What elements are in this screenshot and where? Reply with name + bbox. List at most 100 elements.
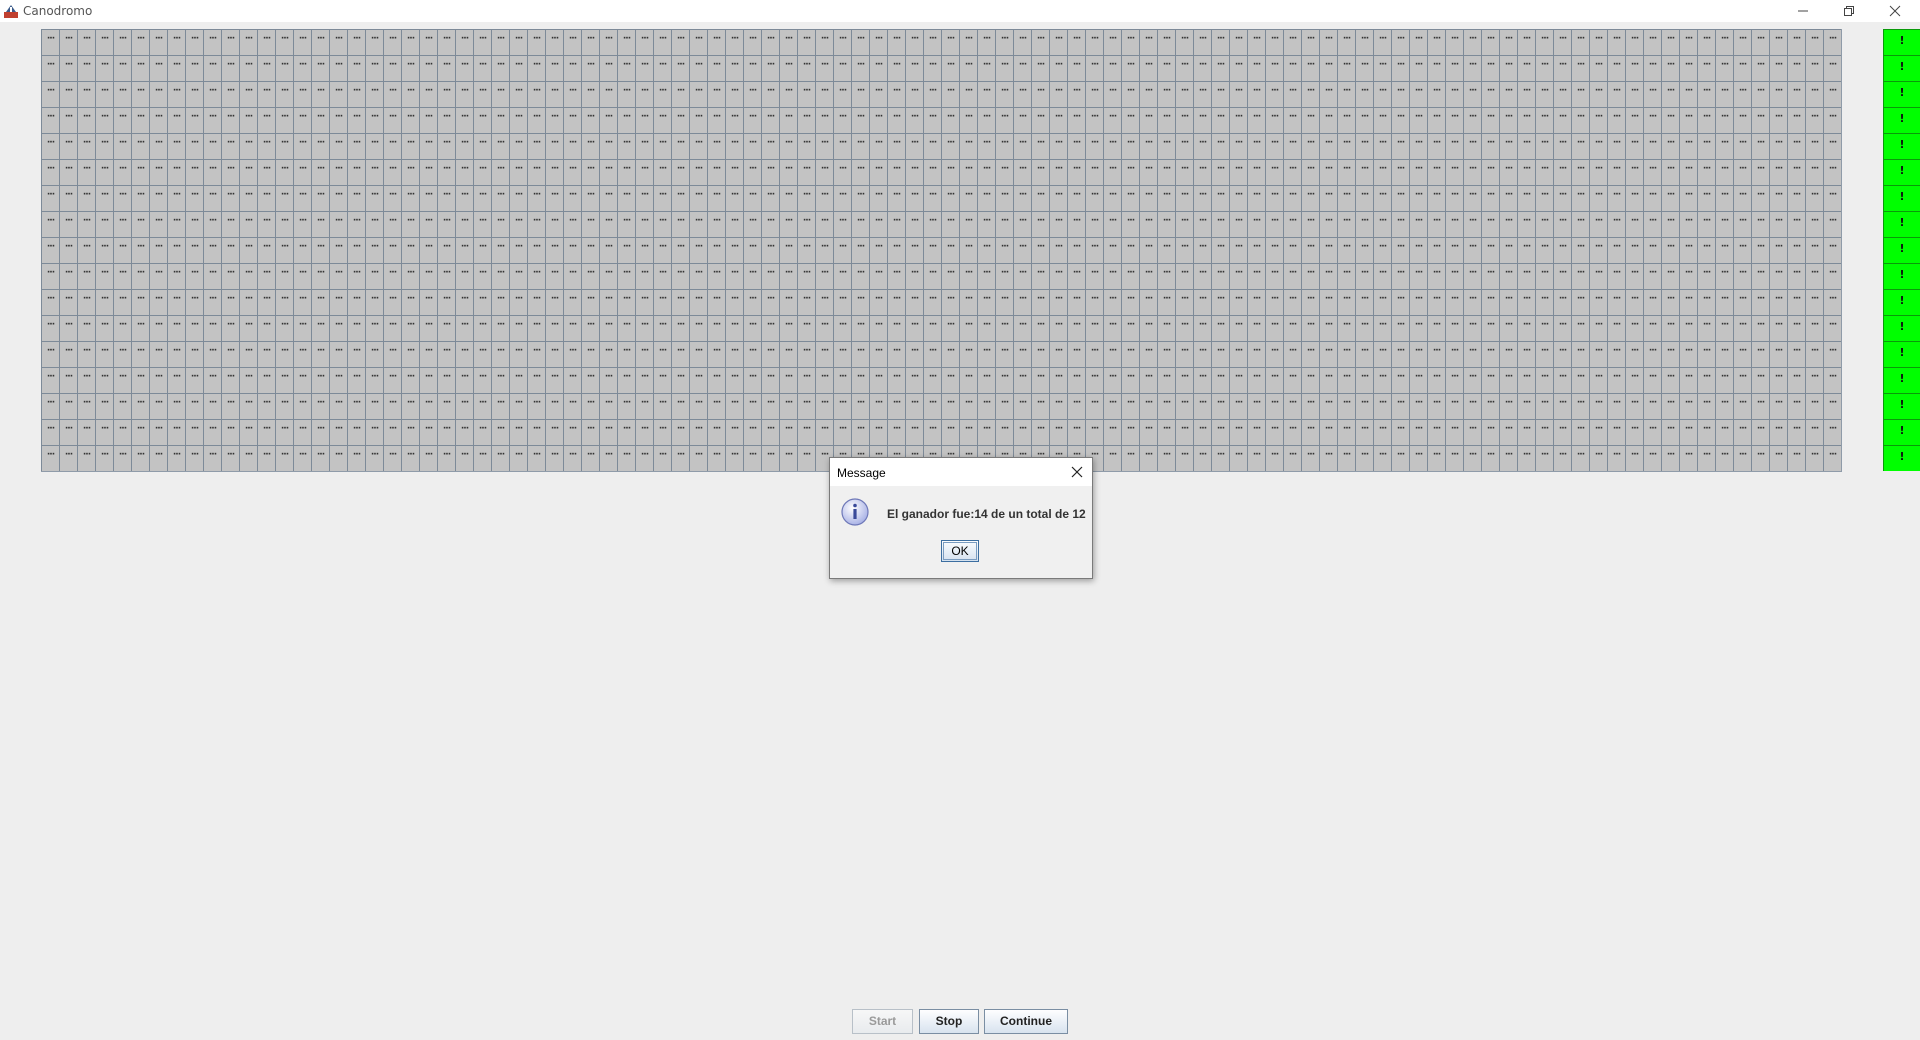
lane-cell: ··· [743,419,761,445]
lane-cell: ··· [1553,419,1571,445]
lane-cell: ··· [365,419,383,445]
lane-cell: ··· [1283,55,1301,81]
lane-cell: ··· [923,289,941,315]
lane-cell: ··· [509,81,527,107]
lane-cell: ··· [1517,367,1535,393]
lane-cell: ··· [1031,185,1049,211]
lane-cell: ··· [1643,341,1661,367]
lane-cell: ··· [257,341,275,367]
lane-cell: ··· [1175,55,1193,81]
lane-cell: ··· [1769,367,1787,393]
close-icon [1071,466,1083,478]
lane-cell: ··· [833,237,851,263]
lane-cell: ··· [167,211,185,237]
lane-cell: ··· [437,419,455,445]
lane-cell: ··· [1121,159,1139,185]
lane-cell: ··· [1157,445,1175,471]
lane-cell: ··· [1463,185,1481,211]
lane-cell: ··· [887,159,905,185]
lane-cell: ··· [167,29,185,55]
lane-cell: ··· [1715,185,1733,211]
continue-button[interactable]: Continue [984,1009,1068,1034]
lane-cell: ··· [41,263,59,289]
lane-cell: ··· [419,341,437,367]
stop-button[interactable]: Stop [919,1009,979,1034]
lane-cell: ··· [1697,29,1715,55]
lane-cell: ··· [1067,55,1085,81]
lane-cell: ··· [1103,159,1121,185]
lane-cell: ··· [1085,367,1103,393]
lane-cell: ··· [1103,341,1121,367]
lane-cell: ··· [1697,159,1715,185]
lane-cell: ··· [185,289,203,315]
lane-cell: ··· [1607,107,1625,133]
lane-cell: ··· [239,289,257,315]
lane-cell: ··· [1175,29,1193,55]
lane-cell: ··· [1373,393,1391,419]
lane-cell: ··· [1661,159,1679,185]
lane-cell: ··· [1157,81,1175,107]
close-icon [1889,5,1901,17]
lane-cell: ··· [113,419,131,445]
lane-cell: ··· [1751,133,1769,159]
lane-cell: ··· [113,367,131,393]
lane-cell: ··· [167,263,185,289]
lane-cell: ··· [1373,315,1391,341]
lane-cell: ··· [797,419,815,445]
lane-cell: ··· [959,55,977,81]
lane-cell: ··· [59,107,77,133]
dialog-title-bar[interactable]: Message [830,458,1092,486]
lane-cell: ··· [743,185,761,211]
lane-cell: ··· [1211,185,1229,211]
lane-cell: ··· [1553,367,1571,393]
lane-cell: ··· [617,367,635,393]
lane-cell: ··· [797,159,815,185]
lane-cell: ··· [995,81,1013,107]
lane-cell: ··· [1337,367,1355,393]
lane-cell: ··· [1139,367,1157,393]
lane-cell: ··· [941,211,959,237]
lane-cell: ··· [1769,263,1787,289]
lane-cell: ··· [527,29,545,55]
lane-cell: ··· [419,367,437,393]
lane-cell: ··· [1067,289,1085,315]
lane-cell: ··· [401,133,419,159]
lane-cell: ··· [905,419,923,445]
lane-cell: ··· [1517,237,1535,263]
lane-cell: ··· [365,81,383,107]
title-bar[interactable]: Canodromo [0,0,1920,22]
lane-cell: ··· [1193,419,1211,445]
ok-button[interactable]: OK [941,540,979,562]
lane-cell: ··· [1625,107,1643,133]
lane-cell: ··· [1409,133,1427,159]
lane-cell: ··· [401,55,419,81]
lane-cell: ··· [1337,445,1355,471]
lane-cell: ··· [527,367,545,393]
lane-cell: ··· [1445,29,1463,55]
close-window-button[interactable] [1872,0,1918,22]
lane-cell: ··· [1427,55,1445,81]
lane-cell: ··· [275,81,293,107]
lane-cell: ··· [275,133,293,159]
start-button[interactable]: Start [852,1009,913,1034]
lane-cell: ··· [257,445,275,471]
lane-cell: ··· [149,419,167,445]
lane-cell: ··· [311,289,329,315]
lane-cell: ··· [905,185,923,211]
lane-cell: ··· [1769,185,1787,211]
lane-cell: ··· [383,445,401,471]
lane-cell: ··· [311,159,329,185]
lane-cell: ··· [1535,289,1553,315]
lane-cell: ··· [293,107,311,133]
lane-cell: ··· [923,211,941,237]
dialog-close-button[interactable] [1066,462,1088,482]
minimize-button[interactable] [1780,0,1826,22]
lane-cell: ··· [905,237,923,263]
restore-button[interactable] [1826,0,1872,22]
lane-cell: ··· [1499,263,1517,289]
lane-cell: ··· [1337,133,1355,159]
lane-cell: ··· [1445,289,1463,315]
lane-cell: ··· [77,55,95,81]
lane-cell: ··· [1481,341,1499,367]
lane-cell: ··· [293,263,311,289]
